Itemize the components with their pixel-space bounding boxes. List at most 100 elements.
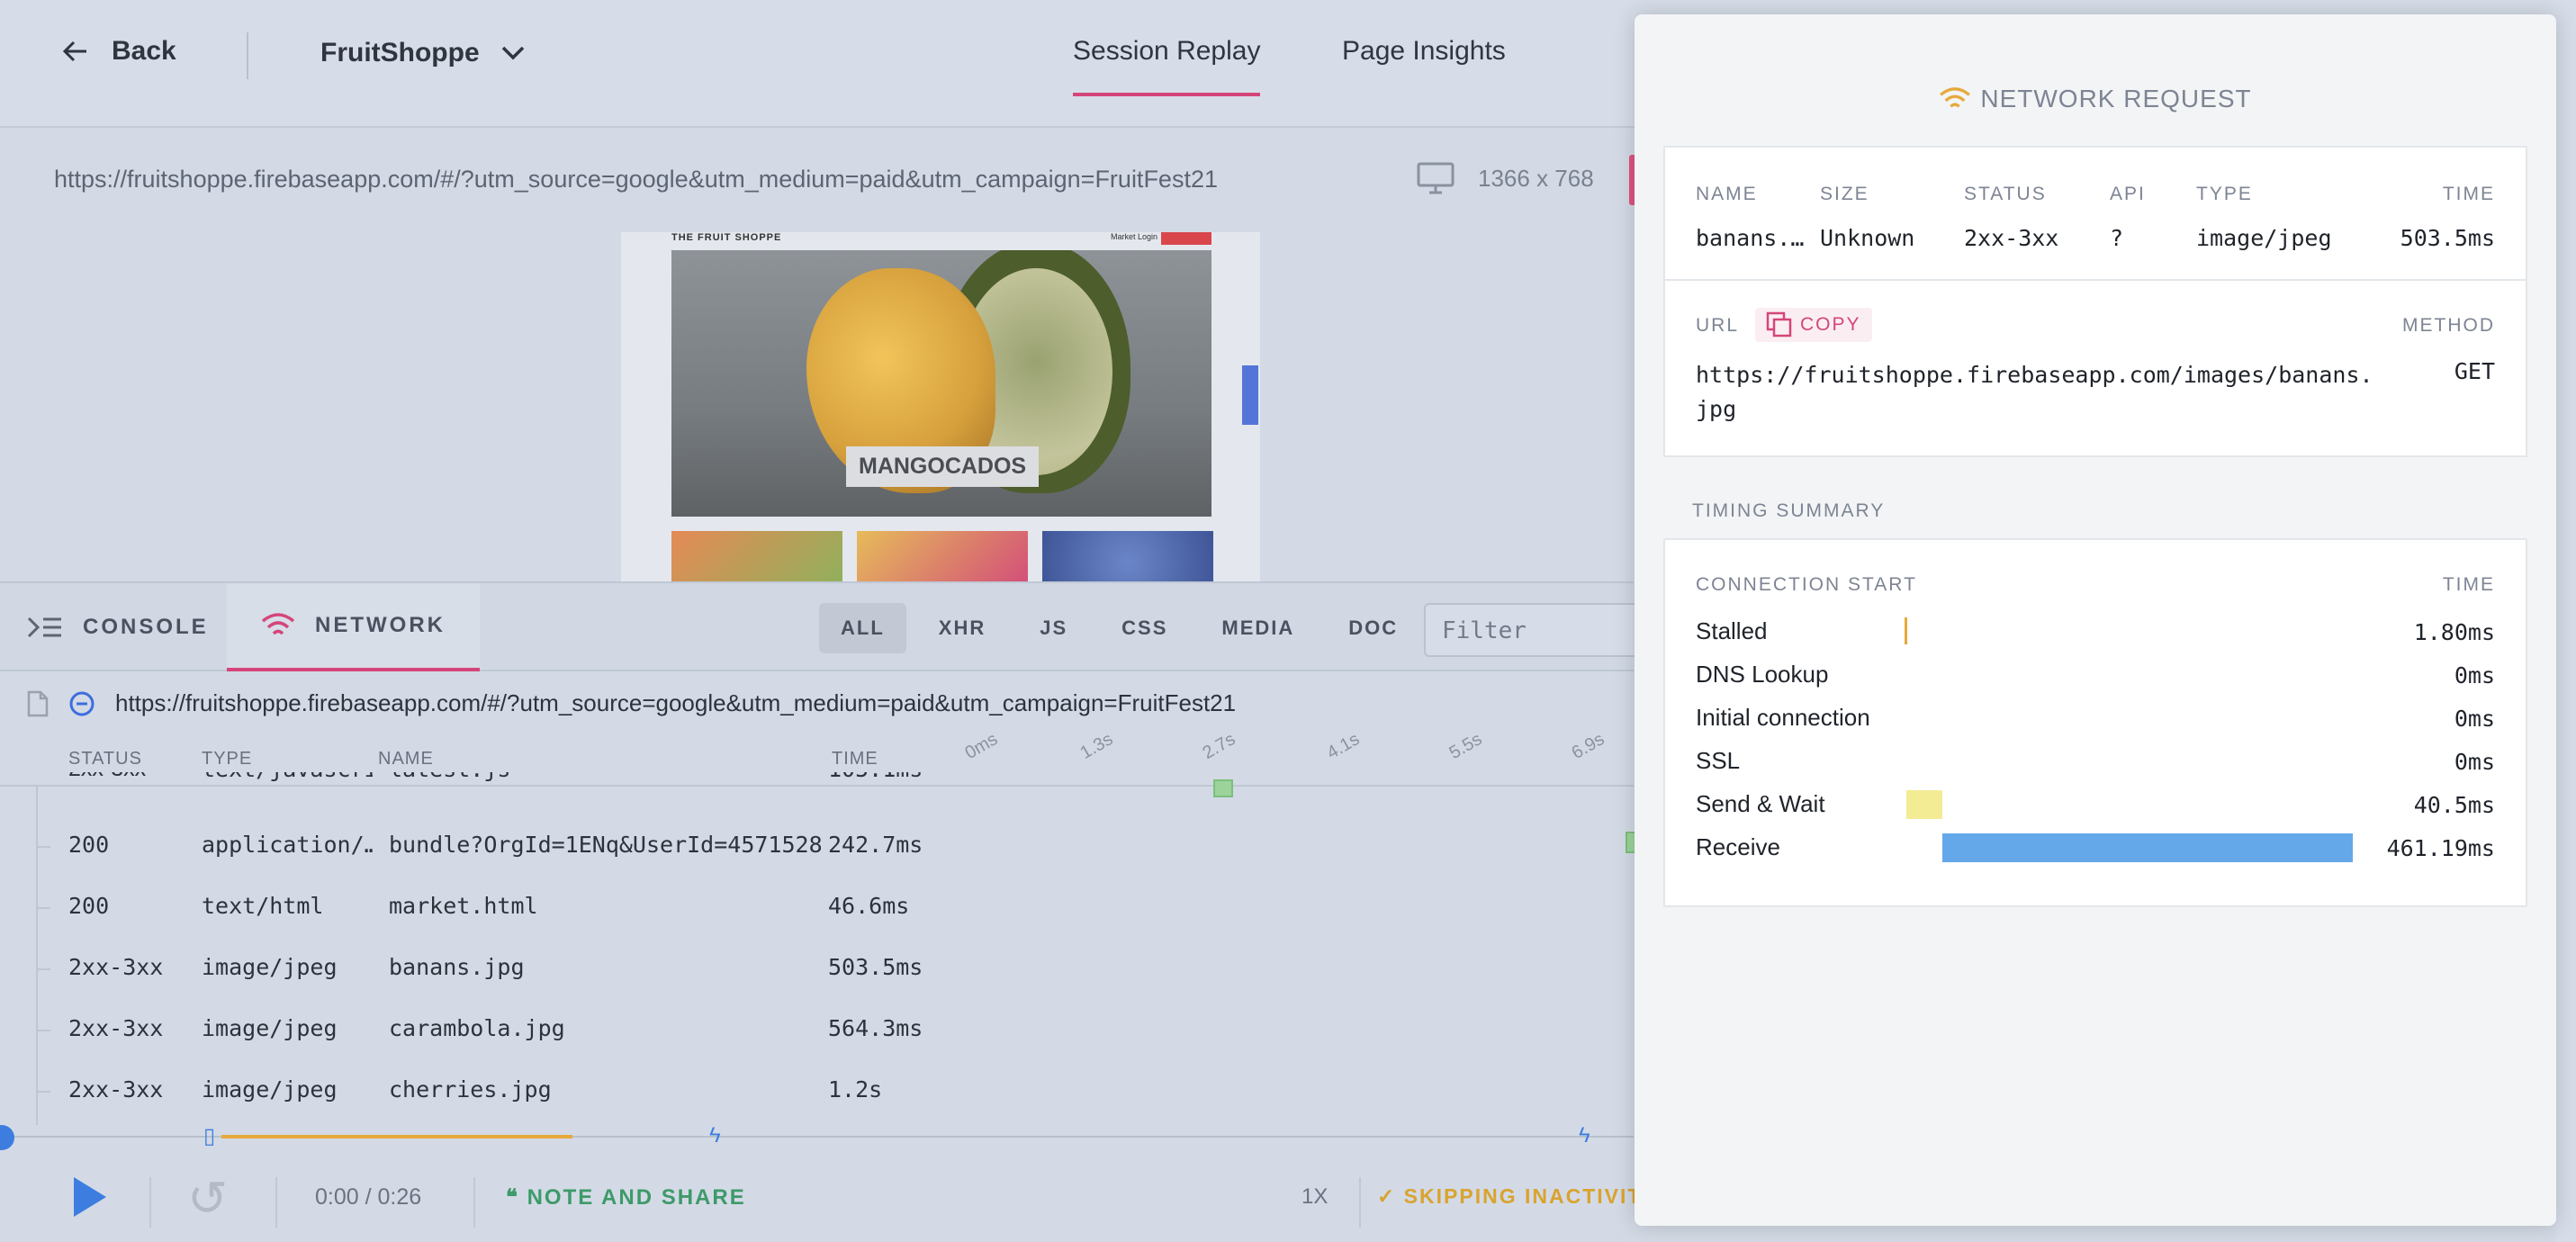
tab-page-insights[interactable]: Page Insights [1342, 36, 1506, 67]
timeline-tick: 5.5s [1446, 729, 1486, 764]
thumb-dragonfruit [857, 531, 1028, 583]
chevron-down-icon [501, 46, 524, 60]
value-api: ? [2110, 225, 2124, 251]
value-time: 503.5ms [2400, 225, 2495, 251]
timing-label-dns: DNS Lookup [1696, 661, 1829, 688]
request-method: GET [2454, 358, 2495, 384]
label-url: URL [1696, 315, 1740, 336]
playback-time: 0:00 / 0:26 [315, 1184, 422, 1210]
speed-button[interactable]: 1X [1302, 1184, 1328, 1210]
filter-css[interactable]: CSS [1100, 603, 1189, 653]
table-row[interactable]: 2xx-3xx image/jpeg carambola.jpg 564.3ms [0, 1015, 1634, 1075]
timeline-tick: 4.1s [1323, 729, 1364, 764]
viewport-size: 1366 x 768 [1417, 162, 1594, 194]
row-time: 242.7ms [828, 832, 923, 858]
value-type: image/jpeg [2196, 225, 2332, 251]
timing-bar [1213, 779, 1233, 797]
page-url-row: https://fruitshoppe.firebaseapp.com/#/?u… [27, 689, 1236, 717]
filter-input[interactable]: Filter [1424, 603, 1640, 657]
value-status: 2xx-3xx [1964, 225, 2059, 251]
back-label: Back [112, 36, 176, 66]
project-selector[interactable]: FruitShoppe [320, 38, 525, 68]
row-time: 564.3ms [828, 1015, 923, 1041]
row-type: application/… [202, 832, 373, 858]
tab-network-label: NETWORK [315, 613, 446, 637]
filter-xhr[interactable]: XHR [917, 603, 1007, 653]
row-status: 200 [68, 893, 110, 919]
replay-viewport[interactable]: THE FRUIT SHOPPE Market Login MANGOCADOS [621, 232, 1260, 583]
back-button[interactable]: Back [63, 36, 176, 67]
row-status: 2xx-3xx [68, 1015, 164, 1041]
row-name: latest.js [389, 772, 510, 782]
row-status: 2xx-3xx [68, 772, 146, 782]
row-status: 2xx-3xx [68, 1076, 164, 1102]
skip-inactivity-toggle[interactable]: ✓ SKIPPING INACTIVITY [1377, 1184, 1658, 1209]
divider [247, 32, 248, 79]
quote-icon: ❝ [506, 1185, 527, 1210]
play-icon[interactable] [74, 1177, 106, 1217]
timing-summary-card: CONNECTION START TIME Stalled 1.80ms DNS… [1663, 538, 2527, 907]
row-connector [36, 907, 50, 909]
hero-image: MANGOCADOS [671, 250, 1211, 517]
page-event-icon[interactable]: ▯ [203, 1123, 215, 1149]
timing-value-dns: 0ms [2454, 662, 2495, 688]
table-row[interactable]: 2xx-3xx image/jpeg cherries.jpg 1.2s [0, 1076, 1634, 1136]
row-connector [36, 1030, 50, 1031]
value-name: banans.… [1696, 225, 1805, 251]
table-row[interactable]: 2xx-3xx text/javascri… latest.js 105.1ms [0, 772, 1634, 799]
monitor-icon [1417, 162, 1455, 194]
arrow-left-icon [63, 40, 86, 62]
background-edge [2556, 0, 2576, 1242]
receive-bar [1942, 833, 2353, 862]
timeline-tick: 1.3s [1076, 729, 1117, 764]
request-summary-card: NAME SIZE STATUS API TYPE TIME banans.… … [1663, 146, 2527, 281]
col-status[interactable]: STATUS [68, 749, 142, 770]
filter-all[interactable]: ALL [819, 603, 906, 653]
label-api: API [2110, 184, 2146, 204]
filter-doc[interactable]: DOC [1327, 603, 1419, 653]
row-status: 200 [68, 832, 110, 858]
bolt-icon[interactable]: ϟ [709, 1123, 721, 1148]
col-time[interactable]: TIME [832, 749, 878, 770]
copy-button[interactable]: COPY [1755, 308, 1872, 342]
thumb-peaches [671, 531, 842, 583]
row-name: bundle?OrgId=1ENq&UserId=4571528… [389, 832, 821, 858]
site-cart [1161, 232, 1211, 245]
check-icon: ✓ [1377, 1184, 1404, 1208]
console-icon [27, 616, 61, 638]
wifi-icon [1940, 87, 1971, 108]
replay-icon[interactable]: ↺ [187, 1170, 228, 1227]
tab-session-replay[interactable]: Session Replay [1073, 36, 1261, 96]
row-connector [36, 1091, 50, 1093]
table-row[interactable]: 200 application/… bundle?OrgId=1ENq&User… [0, 832, 1634, 891]
document-icon [27, 690, 49, 716]
divider [275, 1177, 277, 1228]
tab-console[interactable]: CONSOLE [27, 583, 225, 671]
site-nav: Market Login [1111, 232, 1158, 241]
bolt-icon[interactable]: ϟ [1579, 1123, 1590, 1148]
filter-js[interactable]: JS [1018, 603, 1089, 653]
scrubber-activity [221, 1135, 572, 1138]
wifi-icon [261, 613, 295, 635]
project-name: FruitShoppe [320, 38, 480, 68]
timeline-tick: 2.7s [1199, 729, 1239, 764]
filter-media[interactable]: MEDIA [1200, 603, 1316, 653]
table-row[interactable]: 2xx-3xx image/jpeg banans.jpg 503.5ms [0, 954, 1634, 1013]
note-and-share-button[interactable]: ❝ NOTE AND SHARE [506, 1184, 746, 1210]
table-row[interactable]: 200 text/html market.html 46.6ms [0, 893, 1634, 952]
row-type: image/jpeg [202, 1015, 338, 1041]
tab-network[interactable]: NETWORK [227, 583, 480, 671]
thumb-blueberries [1042, 531, 1213, 583]
row-connector [36, 968, 50, 970]
row-time: 1.2s [828, 1076, 883, 1102]
request-url-card: URL COPY METHOD https://fruitshoppe.fire… [1663, 279, 2527, 457]
label-type: TYPE [2196, 184, 2253, 204]
hero-label: MANGOCADOS [846, 446, 1040, 487]
timing-summary-title: TIMING SUMMARY [1692, 500, 1886, 521]
label-size: SIZE [1820, 184, 1869, 204]
col-name[interactable]: NAME [378, 749, 434, 770]
row-name: carambola.jpg [389, 1015, 565, 1041]
col-type[interactable]: TYPE [202, 749, 252, 770]
minus-circle-icon[interactable] [68, 690, 95, 717]
session-url: https://fruitshoppe.firebaseapp.com/#/?u… [54, 166, 1218, 193]
